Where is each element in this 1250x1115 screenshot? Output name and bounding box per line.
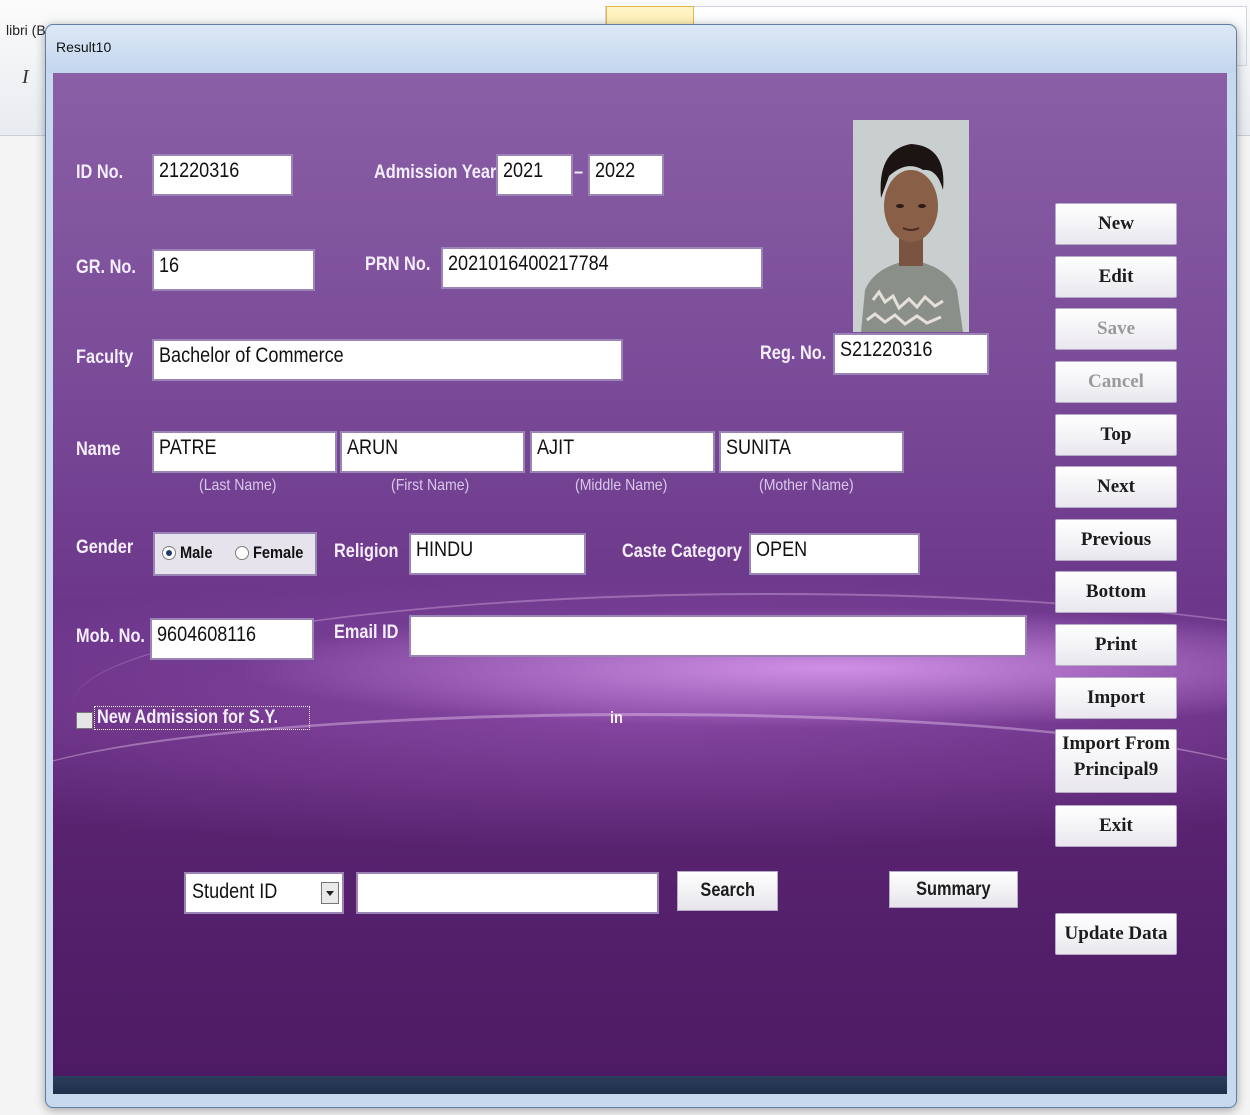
gender-female-label[interactable]: Female [253, 543, 303, 563]
caste-category-label: Caste Category [622, 541, 742, 562]
admission-year-separator: – [574, 162, 584, 183]
gr-no-field[interactable]: 16 [152, 249, 315, 291]
search-input[interactable] [356, 872, 659, 914]
gender-radio-group: Male Female [153, 532, 317, 576]
import-from-principal-line2: Principal9 [1073, 759, 1159, 780]
in-label: in [610, 708, 623, 727]
caste-category-field[interactable]: OPEN [749, 533, 920, 575]
font-name-box[interactable]: libri (B [6, 22, 46, 38]
middle-name-caption: (Middle Name) [575, 477, 668, 494]
first-name-field[interactable]: ARUN [340, 431, 525, 473]
previous-button[interactable]: Previous [1055, 519, 1177, 561]
cancel-button[interactable]: Cancel [1055, 361, 1177, 403]
last-name-caption: (Last Name) [199, 477, 277, 494]
new-admission-label[interactable]: New Admission for S.Y. [94, 706, 311, 730]
gr-no-label: GR. No. [76, 257, 136, 278]
save-button[interactable]: Save [1055, 308, 1177, 350]
mob-no-field[interactable]: 9604608116 [150, 618, 314, 660]
faculty-field[interactable]: Bachelor of Commerce [152, 339, 623, 381]
bottom-button[interactable]: Bottom [1055, 571, 1177, 613]
import-from-principal-line1: Import From [1062, 733, 1170, 754]
gender-male-label[interactable]: Male [180, 543, 213, 563]
id-no-field[interactable]: 21220316 [152, 154, 293, 196]
middle-name-field[interactable]: AJIT [530, 431, 715, 473]
import-from-principal-button[interactable]: Import From Principal9 [1055, 729, 1177, 793]
admission-year-to-field[interactable]: 2022 [588, 154, 664, 196]
chevron-down-icon[interactable] [321, 882, 339, 904]
email-field[interactable] [409, 615, 1027, 657]
form-client-area: ID No. 21220316 Admission Year 2021 – 20… [53, 73, 1227, 1094]
name-label: Name [76, 439, 121, 460]
student-photo [853, 120, 969, 332]
next-button[interactable]: Next [1055, 466, 1177, 508]
religion-field[interactable]: HINDU [409, 533, 586, 575]
window-title: Result10 [56, 39, 112, 55]
gender-female-radio[interactable] [235, 546, 249, 560]
id-no-label: ID No. [76, 162, 124, 183]
student-photo-image [853, 120, 969, 332]
last-name-field[interactable]: PATRE [152, 431, 337, 473]
mob-no-label: Mob. No. [76, 626, 145, 647]
top-button[interactable]: Top [1055, 414, 1177, 456]
italic-icon[interactable]: I [22, 66, 29, 89]
window-titlebar[interactable]: Result10 [46, 25, 1236, 73]
update-data-button[interactable]: Update Data [1055, 913, 1177, 955]
gender-male-radio[interactable] [162, 546, 176, 560]
result-window: Result10 ID No. 21220316 Admission Year … [45, 24, 1237, 1108]
new-button[interactable]: New [1055, 203, 1177, 245]
mother-name-field[interactable]: SUNITA [719, 431, 904, 473]
admission-year-from-field[interactable]: 2021 [496, 154, 573, 196]
prn-no-label: PRN No. [365, 254, 431, 275]
reg-no-label: Reg. No. [760, 343, 827, 364]
first-name-caption: (First Name) [391, 477, 470, 494]
gender-label: Gender [76, 537, 134, 558]
search-field-select[interactable]: Student ID [184, 872, 344, 914]
exit-button[interactable]: Exit [1055, 805, 1177, 847]
background-swoosh [53, 713, 1227, 876]
reg-no-field[interactable]: S21220316 [833, 333, 989, 375]
admission-year-label: Admission Year [374, 162, 497, 183]
email-label: Email ID [334, 622, 399, 643]
search-button[interactable]: Search [677, 871, 778, 911]
edit-button[interactable]: Edit [1055, 256, 1177, 298]
prn-no-field[interactable]: 2021016400217784 [441, 247, 763, 289]
faculty-label: Faculty [76, 347, 134, 368]
print-button[interactable]: Print [1055, 624, 1177, 666]
new-admission-checkbox[interactable] [76, 712, 93, 729]
mother-name-caption: (Mother Name) [759, 477, 854, 494]
summary-button[interactable]: Summary [889, 871, 1018, 908]
import-button[interactable]: Import [1055, 677, 1177, 719]
window-bottom-strip [53, 1076, 1227, 1094]
religion-label: Religion [334, 541, 399, 562]
